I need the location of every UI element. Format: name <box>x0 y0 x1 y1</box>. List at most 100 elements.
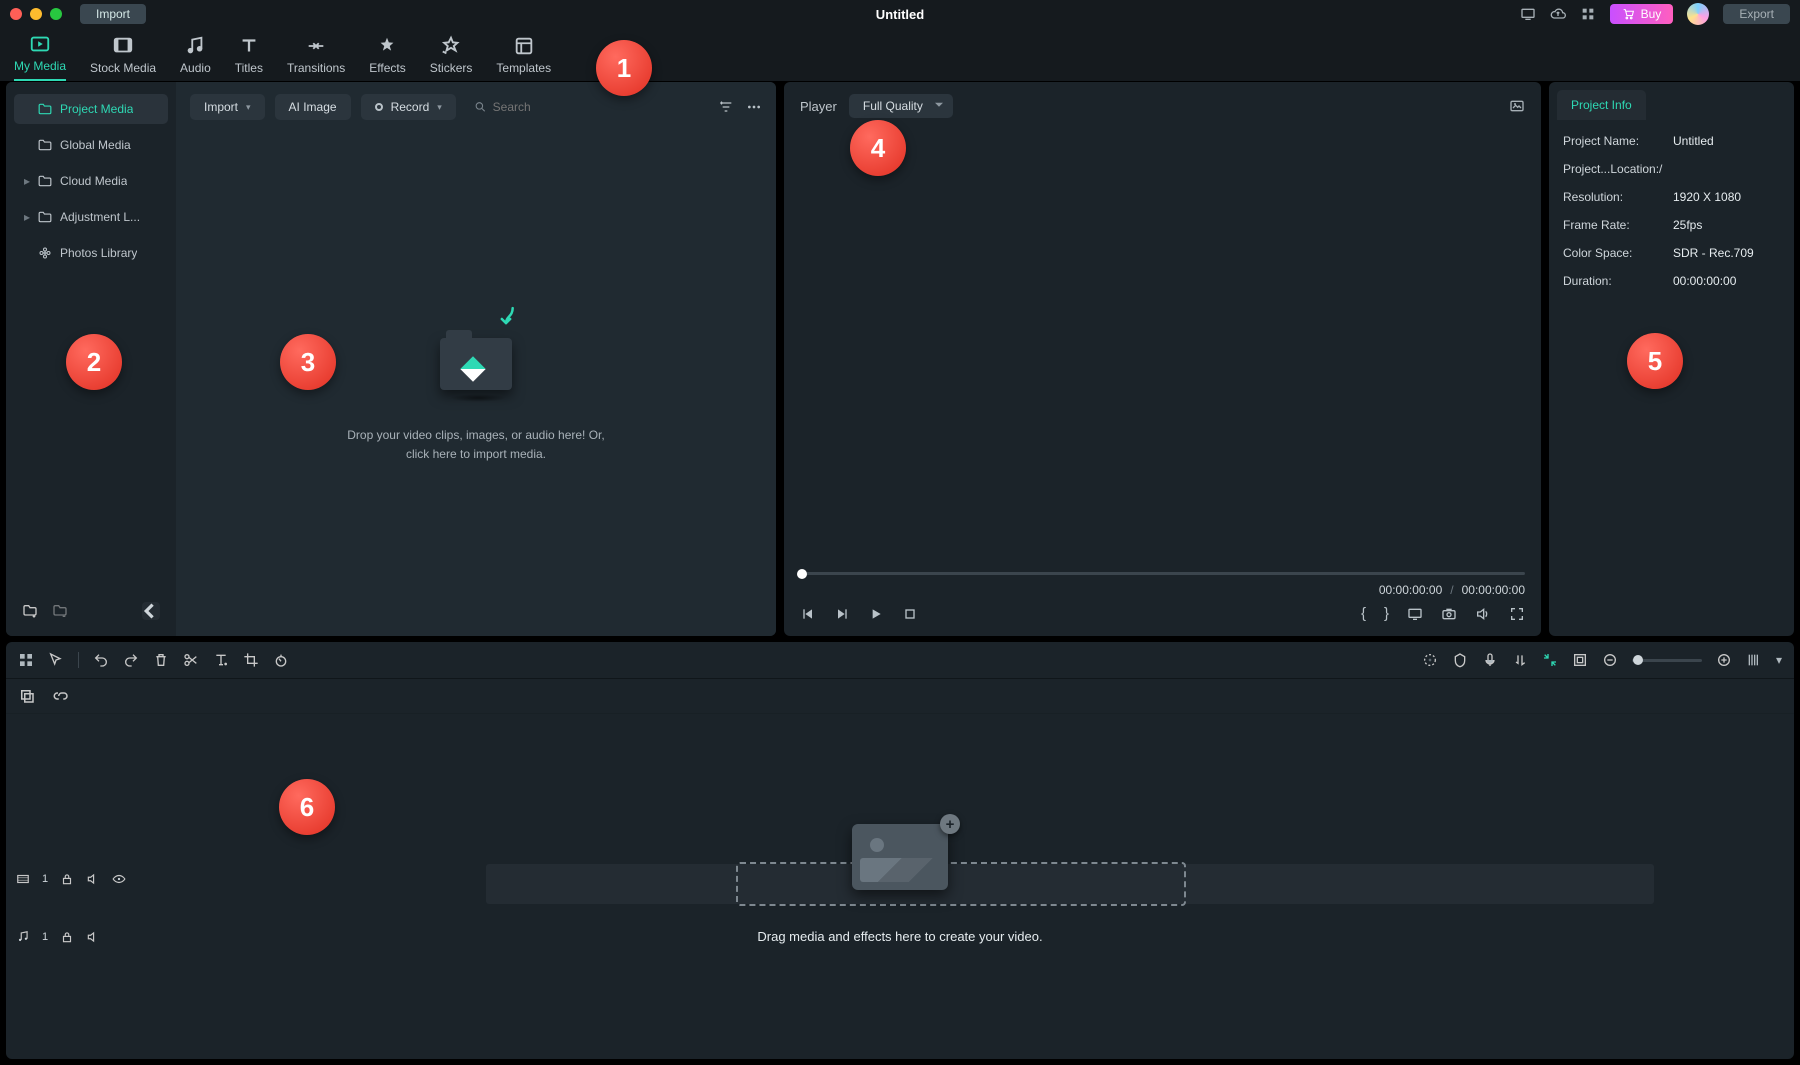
media-thumb-placeholder[interactable] <box>852 824 948 890</box>
timeline-panel: ▾ 1 1 + Drag media and effects here <box>6 642 1794 1059</box>
play-icon[interactable] <box>868 606 884 622</box>
tab-label: Audio <box>180 61 211 75</box>
snapping-icon[interactable] <box>1572 652 1588 668</box>
delete-folder-icon[interactable] <box>52 603 68 619</box>
user-avatar[interactable] <box>1687 3 1709 25</box>
link-icon[interactable] <box>52 687 70 705</box>
screen-recorder-icon[interactable] <box>1520 6 1536 22</box>
auto-color-icon[interactable] <box>1422 652 1438 668</box>
timeline-drop-hint: Drag media and effects here to create yo… <box>6 929 1794 944</box>
zoom-in-icon[interactable] <box>1716 652 1732 668</box>
quality-dropdown[interactable]: Full Quality <box>849 94 953 118</box>
undo-icon[interactable] <box>93 652 109 668</box>
sidebar-item-adjustment-layer[interactable]: ▸ Adjustment L... <box>14 202 168 232</box>
speed-icon[interactable] <box>273 652 289 668</box>
stop-icon[interactable] <box>902 606 918 622</box>
sidebar-item-global-media[interactable]: Global Media <box>14 130 168 160</box>
timeline-subtoolbar <box>6 679 1794 714</box>
sort-icon[interactable] <box>718 99 734 115</box>
export-button[interactable]: Export <box>1723 4 1790 24</box>
search-input[interactable] <box>493 100 708 114</box>
auto-ripple-icon[interactable] <box>1542 652 1558 668</box>
split-icon[interactable] <box>183 652 199 668</box>
sidebar-item-label: Photos Library <box>60 246 137 260</box>
folder-icon <box>38 175 52 187</box>
snapshot-icon[interactable] <box>1509 98 1525 114</box>
tab-label: Titles <box>235 61 263 75</box>
tab-transitions[interactable]: Transitions <box>287 35 345 81</box>
lock-icon[interactable] <box>60 872 74 886</box>
grid-view-icon[interactable] <box>18 652 34 668</box>
visibility-icon[interactable] <box>112 872 126 886</box>
audio-mixer-icon[interactable] <box>1512 652 1528 668</box>
more-icon[interactable] <box>746 99 762 115</box>
mute-icon[interactable] <box>86 872 100 886</box>
tab-effects[interactable]: Effects <box>369 35 405 81</box>
prev-frame-icon[interactable] <box>800 606 816 622</box>
track-size-icon[interactable] <box>1746 652 1762 668</box>
buy-button[interactable]: Buy <box>1610 4 1674 24</box>
info-row-frame-rate: Frame Rate:25fps <box>1563 218 1780 232</box>
add-media-icon[interactable]: + <box>940 814 960 834</box>
media-drop-zone[interactable]: Drop your video clips, images, or audio … <box>176 132 776 636</box>
my-media-icon <box>29 33 51 55</box>
delete-icon[interactable] <box>153 652 169 668</box>
marker-icon[interactable] <box>1452 652 1468 668</box>
record-dropdown[interactable]: Record ▾ <box>361 94 456 120</box>
timeline-body[interactable]: 1 1 + Drag media and effects here to cre… <box>6 714 1794 1059</box>
display-icon[interactable] <box>1407 606 1423 622</box>
quality-value: Full Quality <box>863 99 923 113</box>
sidebar-item-photos-library[interactable]: Photos Library <box>14 238 168 268</box>
annotation-marker-2: 2 <box>66 334 122 390</box>
document-title: Untitled <box>876 7 924 22</box>
crop-icon[interactable] <box>243 652 259 668</box>
tab-my-media[interactable]: My Media <box>14 33 66 81</box>
sidebar-item-cloud-media[interactable]: ▸ Cloud Media <box>14 166 168 196</box>
maximize-window-icon[interactable] <box>50 8 62 20</box>
info-row-project-name: Project Name:Untitled <box>1563 134 1780 148</box>
video-track-lane[interactable] <box>146 864 1774 904</box>
volume-icon[interactable] <box>1475 606 1491 622</box>
project-info-tab[interactable]: Project Info <box>1557 90 1646 120</box>
minimize-window-icon[interactable] <box>30 8 42 20</box>
tab-templates[interactable]: Templates <box>496 35 551 81</box>
drop-target[interactable] <box>736 862 1186 906</box>
select-tool-icon[interactable] <box>48 652 64 668</box>
collapse-sidebar-icon[interactable] <box>142 602 160 620</box>
mark-in-icon[interactable]: { <box>1361 605 1366 622</box>
next-frame-icon[interactable] <box>834 606 850 622</box>
player-scrubber[interactable] <box>784 572 1541 575</box>
redo-icon[interactable] <box>123 652 139 668</box>
import-dropdown[interactable]: Import ▾ <box>190 94 265 120</box>
close-window-icon[interactable] <box>10 8 22 20</box>
window-controls <box>10 8 62 20</box>
chevron-down-icon[interactable]: ▾ <box>1776 653 1782 667</box>
tab-titles[interactable]: Titles <box>235 35 263 81</box>
cloud-upload-icon[interactable] <box>1550 6 1566 22</box>
fullscreen-icon[interactable] <box>1509 606 1525 622</box>
apps-grid-icon[interactable] <box>1580 6 1596 22</box>
drop-text: Drop your video clips, images, or audio … <box>347 426 604 464</box>
media-search[interactable] <box>466 100 708 114</box>
tab-stickers[interactable]: Stickers <box>430 35 473 81</box>
zoom-slider[interactable] <box>1632 659 1702 662</box>
scrub-thumb[interactable] <box>797 569 807 579</box>
import-button[interactable]: Import <box>80 4 146 24</box>
zoom-out-icon[interactable] <box>1602 652 1618 668</box>
ai-image-label: AI Image <box>289 100 337 114</box>
new-folder-icon[interactable] <box>22 603 38 619</box>
voiceover-icon[interactable] <box>1482 652 1498 668</box>
audio-icon <box>184 35 206 57</box>
stickers-icon <box>440 35 462 57</box>
text-tool-icon[interactable] <box>213 652 229 668</box>
mark-out-icon[interactable]: } <box>1384 605 1389 622</box>
zoom-thumb[interactable] <box>1633 655 1643 665</box>
ai-image-button[interactable]: AI Image <box>275 94 351 120</box>
tab-stock-media[interactable]: Stock Media <box>90 35 156 81</box>
camera-icon[interactable] <box>1441 606 1457 622</box>
copy-icon[interactable] <box>18 687 36 705</box>
sidebar-item-project-media[interactable]: Project Media <box>14 94 168 124</box>
track-number: 1 <box>42 873 48 885</box>
tab-audio[interactable]: Audio <box>180 35 211 81</box>
player-stage[interactable] <box>784 130 1541 572</box>
